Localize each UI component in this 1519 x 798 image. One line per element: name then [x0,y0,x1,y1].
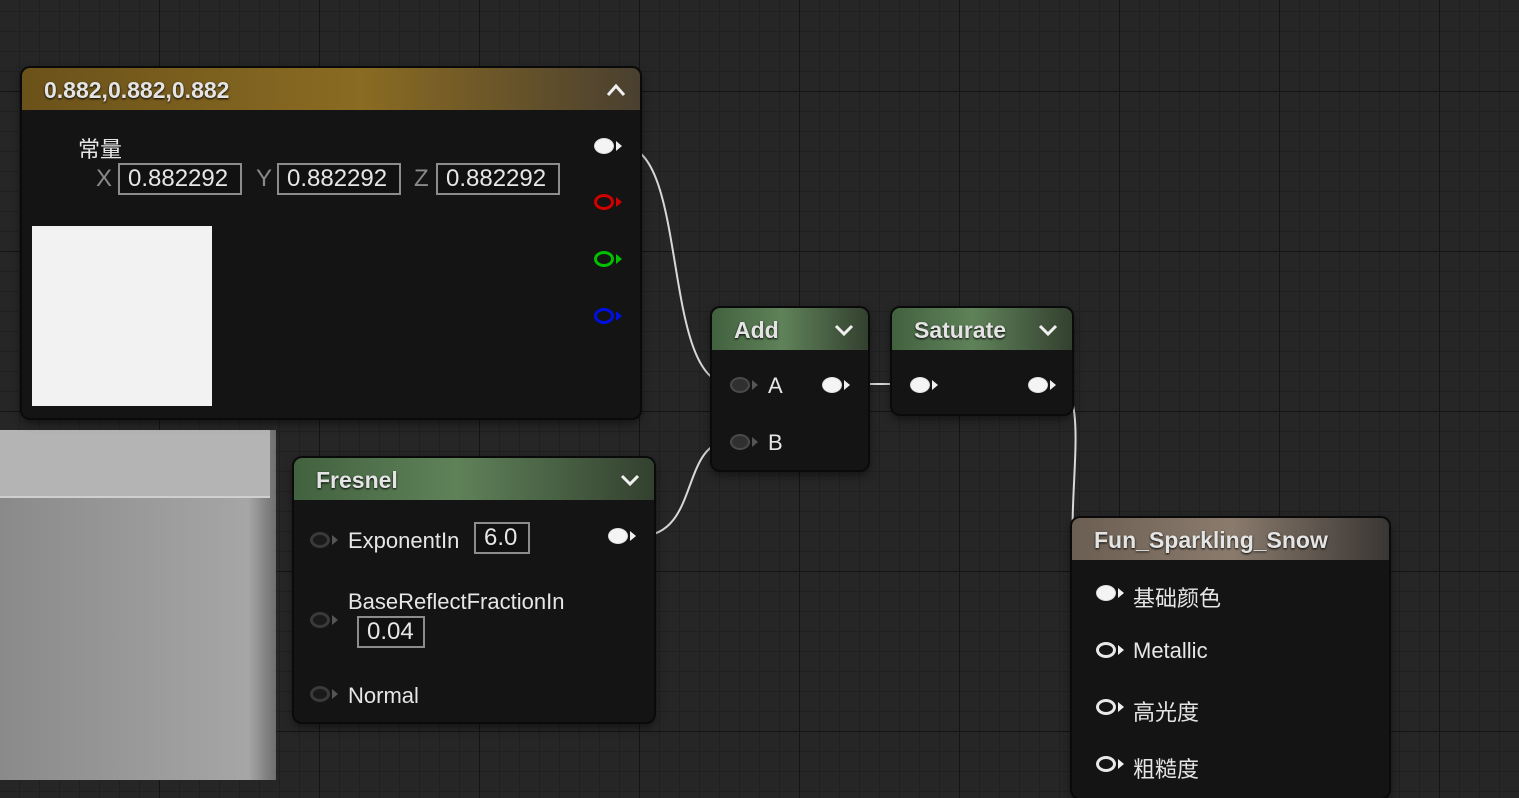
saturate-output-pin[interactable] [1028,377,1048,393]
chevron-down-icon[interactable] [620,458,640,502]
output-g-pin[interactable] [594,251,614,267]
add-node[interactable]: Add A B [712,308,868,470]
saturate-node[interactable]: Saturate [892,308,1072,414]
y-axis-label: Y [256,165,273,192]
saturate-output-arrow-icon [1050,380,1056,390]
fresnel-node-header[interactable]: Fresnel [294,458,654,500]
add-input-a-label: A [768,373,783,398]
normal-input-arrow-icon [332,689,338,699]
metallic-label: Metallic [1133,638,1208,663]
x-value-field[interactable]: 0.882292 [118,163,242,195]
exponent-value-field[interactable]: 6.0 [474,522,530,554]
add-input-b-pin[interactable] [730,434,750,450]
base-reflect-input-pin[interactable] [310,612,330,628]
output-b-arrow-icon [616,311,622,321]
base-reflect-label: BaseReflectFractionIn [348,589,565,614]
output-rgb-arrow-icon [616,141,622,151]
add-input-a-pin[interactable] [730,377,750,393]
fresnel-output-pin[interactable] [608,528,628,544]
roughness-input-pin[interactable] [1096,756,1116,772]
material-result-node[interactable]: Fun_Sparkling_Snow 基础颜色 Metallic 高光度 粗糙度 [1072,518,1389,798]
output-g-arrow-icon [616,254,622,264]
add-input-b-arrow-icon [752,437,758,447]
base-color-label: 基础颜色 [1133,586,1222,611]
base-color-input-pin[interactable] [1096,585,1116,601]
metallic-input-pin[interactable] [1096,642,1116,658]
z-value-field[interactable]: 0.882292 [436,163,560,195]
saturate-input-pin[interactable] [910,377,930,393]
specular-label: 高光度 [1133,700,1200,725]
x-axis-label: X [96,165,113,192]
add-input-b-label: B [768,430,783,455]
saturate-node-header[interactable]: Saturate [892,308,1072,350]
material-node-header[interactable]: Fun_Sparkling_Snow [1072,518,1389,560]
exponent-label: ExponentIn [348,528,460,553]
z-axis-label: Z [414,165,429,192]
material-node-title: Fun_Sparkling_Snow [1094,527,1328,553]
preview-panel-header [0,430,270,498]
specular-input-arrow-icon [1118,702,1124,712]
saturate-node-title: Saturate [914,317,1007,343]
metallic-input-arrow-icon [1118,645,1124,655]
base-color-input-arrow-icon [1118,588,1124,598]
roughness-label: 粗糙度 [1133,757,1200,782]
fresnel-node-title: Fresnel [316,467,398,493]
normal-input-pin[interactable] [310,686,330,702]
color-swatch [32,226,212,406]
output-b-pin[interactable] [594,308,614,324]
normal-label: Normal [348,683,419,708]
output-rgb-pin[interactable] [594,138,614,154]
add-node-header[interactable]: Add [712,308,868,350]
constant-vector-node[interactable]: 0.882,0.882,0.882 常量 X 0.882292 Y 0.8822… [22,68,640,418]
roughness-input-arrow-icon [1118,759,1124,769]
specular-input-pin[interactable] [1096,699,1116,715]
base-reflect-value-field[interactable]: 0.04 [357,616,425,648]
exponent-input-arrow-icon [332,535,338,545]
add-output-arrow-icon [844,380,850,390]
base-reflect-input-arrow-icon [332,615,338,625]
add-node-title: Add [734,317,779,343]
add-input-a-arrow-icon [752,380,758,390]
y-value-field[interactable]: 0.882292 [277,163,401,195]
saturate-input-arrow-icon [932,380,938,390]
constant-node-header[interactable]: 0.882,0.882,0.882 [22,68,640,110]
output-r-pin[interactable] [594,194,614,210]
constant-label: 常量 [78,137,123,162]
chevron-down-icon[interactable] [1038,308,1058,352]
fresnel-output-arrow-icon [630,531,636,541]
chevron-up-icon[interactable] [606,68,626,112]
output-r-arrow-icon [616,197,622,207]
add-output-pin[interactable] [822,377,842,393]
chevron-down-icon[interactable] [834,308,854,352]
constant-node-title: 0.882,0.882,0.882 [44,77,230,103]
exponent-input-pin[interactable] [310,532,330,548]
fresnel-node[interactable]: Fresnel ExponentIn 6.0 BaseReflectFracti… [294,458,654,722]
